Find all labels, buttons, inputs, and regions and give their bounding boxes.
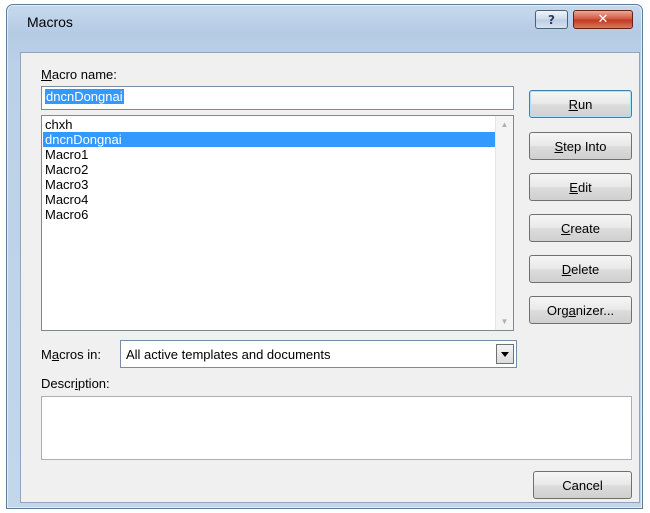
macro-list-item[interactable]: Macro3 xyxy=(43,177,495,192)
create-button[interactable]: Create xyxy=(529,214,632,242)
macro-list-item[interactable]: Macro2 xyxy=(43,162,495,177)
macro-list-item[interactable]: chxh xyxy=(43,117,495,132)
run-button[interactable]: Run xyxy=(529,90,632,118)
macro-name-value: dncnDongnai xyxy=(45,89,124,104)
delete-button[interactable]: Delete xyxy=(529,255,632,283)
close-icon: ✕ xyxy=(597,12,609,27)
macro-list-item[interactable]: Macro1 xyxy=(43,147,495,162)
macros-in-label: Macros in: xyxy=(41,347,101,362)
macro-list-item[interactable]: Macro4 xyxy=(43,192,495,207)
close-button[interactable]: ✕ xyxy=(573,10,633,29)
dropdown-arrow-icon[interactable] xyxy=(496,344,514,364)
cancel-button[interactable]: Cancel xyxy=(533,471,632,499)
macro-name-label: Macro name: xyxy=(41,67,117,82)
macros-in-select[interactable]: All active templates and documents xyxy=(120,340,517,368)
description-box xyxy=(41,396,632,460)
macro-list[interactable]: chxh dncnDongnai Macro1 Macro2 Macro3 Macro4 M… xyxy=(41,115,514,331)
description-label: Description: xyxy=(41,376,110,391)
macro-list-items: chxh dncnDongnai Macro1 Macro2 Macro3 Macro4 M… xyxy=(43,117,495,222)
macro-list-item[interactable]: dncnDongnai xyxy=(43,132,495,147)
dialog-body: Macro name: dncnDongnai chxh dncnDongnai M… xyxy=(20,52,640,503)
scroll-up-icon[interactable]: ▲ xyxy=(496,116,513,133)
step-into-button[interactable]: Step Into xyxy=(529,132,632,160)
macro-name-input[interactable]: dncnDongnai xyxy=(41,86,514,110)
edit-button[interactable]: Edit xyxy=(529,173,632,201)
macros-in-value: All active templates and documents xyxy=(126,347,331,362)
scroll-down-icon[interactable]: ▼ xyxy=(496,313,513,330)
help-icon: ? xyxy=(548,12,555,27)
macro-list-item[interactable]: Macro6 xyxy=(43,207,495,222)
macros-dialog: Macros ? ✕ Macro name: dncnDongnai chxh d… xyxy=(6,4,643,509)
help-button[interactable]: ? xyxy=(535,10,568,29)
organizer-button[interactable]: Org a nizer... xyxy=(529,296,632,324)
macro-list-scrollbar[interactable]: ▲ ▼ xyxy=(495,116,513,330)
dialog-title: Macros xyxy=(27,14,73,30)
